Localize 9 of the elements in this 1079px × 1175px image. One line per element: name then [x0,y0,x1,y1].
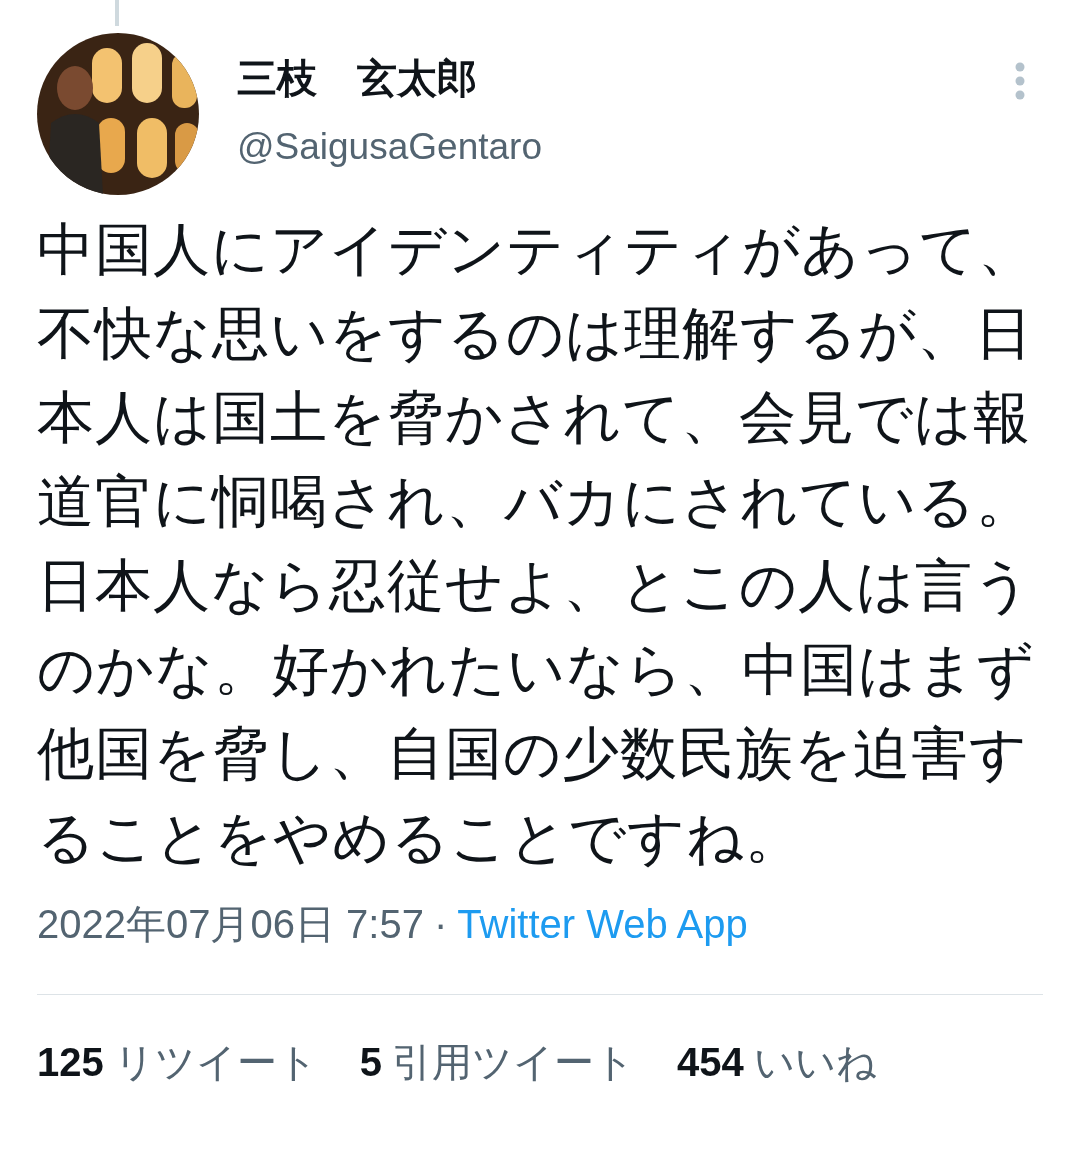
separator-dot: · [433,902,448,947]
tweet-timestamp[interactable]: 2022年07月06日 7:57 [37,897,424,952]
stat-link[interactable]: 454 いいね [677,1035,877,1090]
stat-link[interactable]: 5 引用ツイート [359,1035,635,1090]
tweet-text: 中国人にアイデンティティがあって、不快な思いをするのは理解するが、日本人は国土を脅かされて、会見では報道官に恫喝され、バカにされている。日本人なら忍従せよ、とこの人は言うのかな。好かれたいなら、中国はまず他国を脅し、自国の少数民族を迫害することをやめることですね。 [37,215,1037,872]
stat-link[interactable]: 125 リツイート [37,1035,318,1090]
author-name[interactable]: 三枝 玄太郎 [237,51,1013,106]
author-handle[interactable]: @SaigusaGentaro [237,126,1013,168]
more-icon[interactable] [1013,61,1027,101]
